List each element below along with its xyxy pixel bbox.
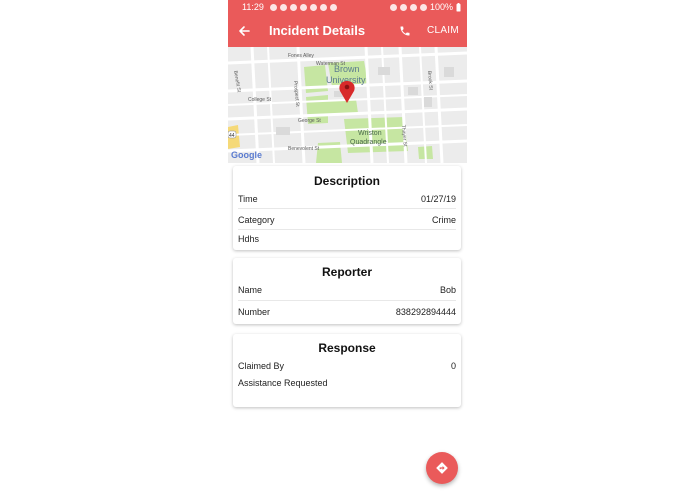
route-number: 44 — [229, 133, 235, 139]
google-attribution: Google — [231, 150, 262, 160]
building — [424, 97, 432, 107]
divider — [238, 208, 456, 209]
map-label-george-st: George St — [298, 118, 321, 124]
battery-icon — [456, 2, 461, 11]
notification-icon — [329, 3, 337, 11]
route-shield: 44 — [228, 130, 237, 139]
building — [444, 67, 454, 77]
description-heading: Description — [313, 174, 380, 188]
map-label-college-st: College St — [248, 97, 272, 103]
directions-icon — [436, 462, 448, 474]
details-row: Hdhs — [238, 234, 456, 244]
map-label-fones-alley: Fones Alley — [288, 53, 314, 59]
back-button[interactable] — [236, 23, 252, 39]
status-bar: 11:29 100% — [228, 0, 467, 14]
incident-map[interactable]: Fones Alley Waterman St College St Georg… — [228, 47, 467, 163]
divider — [238, 229, 456, 230]
claim-button[interactable]: CLAIM — [427, 25, 459, 36]
claimed-by-label: Claimed By — [238, 361, 285, 371]
name-label: Name — [238, 285, 263, 295]
app-bar: Incident Details CLAIM — [228, 14, 467, 47]
vibrate-icon — [399, 3, 407, 11]
assistance-label: Assistance Requested — [238, 378, 328, 388]
alarm-icon — [389, 3, 397, 11]
reporter-card: Reporter Name Bob Number 838292894444 — [233, 258, 461, 324]
category-row: Category Crime — [238, 215, 456, 225]
number-value[interactable]: 838292894444 — [396, 307, 456, 317]
system-icons: 100% — [389, 2, 461, 12]
battery-text: 100% — [429, 2, 453, 12]
name-value: Bob — [439, 285, 456, 295]
notification-icons — [269, 3, 337, 11]
number-row: Number 838292894444 — [238, 307, 456, 317]
map-label-benevolent-st: Benevolent St — [288, 146, 320, 152]
response-card: Response Claimed By 0 Assistance Request… — [233, 334, 461, 407]
claimed-by-value: 0 — [450, 361, 456, 371]
category-label: Category — [238, 215, 275, 225]
divider — [238, 300, 456, 301]
notification-icon — [319, 3, 327, 11]
map-canvas: Fones Alley Waterman St College St Georg… — [228, 47, 467, 163]
map-label-brown-university-line1: Brown — [334, 64, 360, 74]
description-details: Hdhs — [238, 234, 260, 244]
building — [408, 87, 418, 95]
notification-icon — [309, 3, 317, 11]
name-row: Name Bob — [238, 285, 456, 295]
claimed-by-row: Claimed By 0 — [238, 361, 456, 371]
map-label-wriston-line1: Wriston — [358, 130, 382, 137]
building — [378, 67, 390, 75]
map-label-wriston-line2: Quadrangle — [350, 139, 387, 146]
response-heading: Response — [318, 341, 376, 355]
time-value: 01/27/19 — [420, 194, 456, 204]
time-label: Time — [238, 194, 258, 204]
phone-screen: 11:29 100% Incident Details CLAIM Fones … — [228, 0, 467, 494]
category-value: Crime — [432, 215, 456, 225]
signal-icon — [419, 3, 427, 11]
description-card: Description Time 01/27/19 Category Crime… — [233, 166, 461, 250]
back-arrow-icon — [239, 25, 250, 36]
notification-icon — [299, 3, 307, 11]
status-time: 11:29 — [242, 2, 264, 12]
reporter-heading: Reporter — [321, 265, 372, 279]
notification-icon — [269, 3, 277, 11]
building — [276, 127, 290, 135]
time-row: Time 01/27/19 — [238, 194, 456, 204]
notification-icon — [289, 3, 297, 11]
number-label: Number — [238, 307, 271, 317]
directions-fab[interactable] — [426, 452, 458, 484]
assistance-row: Assistance Requested — [238, 378, 456, 388]
page-title: Incident Details — [269, 23, 366, 38]
wifi-icon — [409, 3, 417, 11]
notification-icon — [279, 3, 287, 11]
call-button[interactable] — [397, 23, 413, 39]
phone-icon — [400, 26, 410, 35]
